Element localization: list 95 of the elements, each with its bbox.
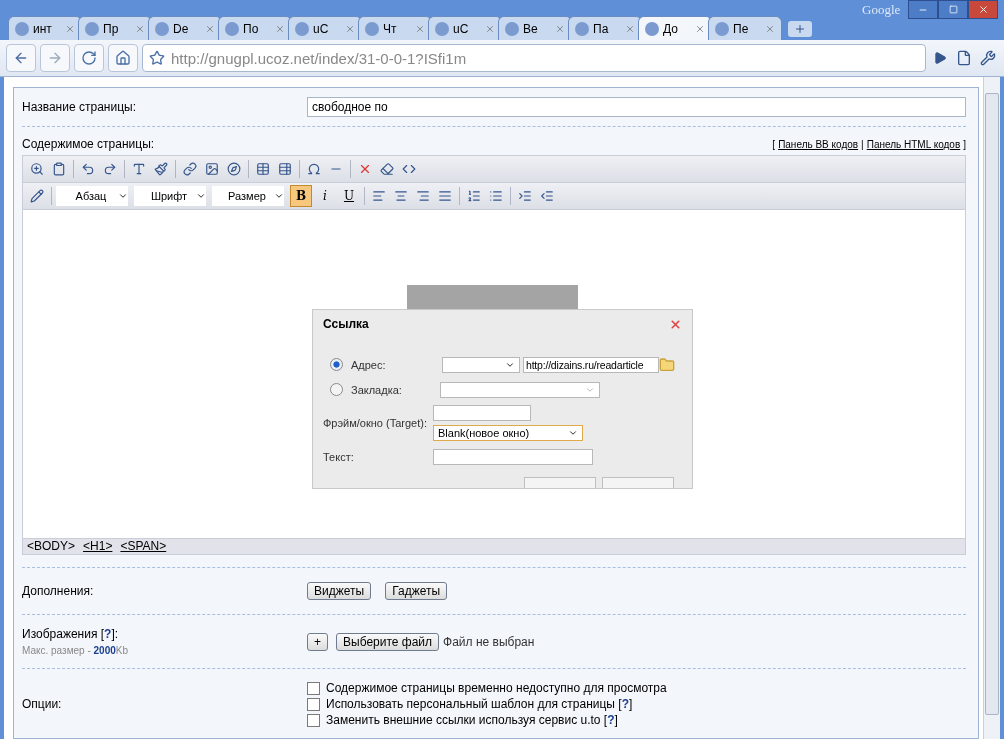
dialog-title: Ссылка: [323, 317, 369, 331]
bookmark-select[interactable]: [440, 381, 600, 398]
file-button[interactable]: Выберите файл: [336, 632, 440, 651]
radio-label: Закладка:: [351, 383, 403, 396]
favicon-icon: [575, 21, 589, 36]
option-label: Содержимое страницы временно недоступно для просмотра: [326, 681, 667, 695]
favicon-icon: [295, 21, 309, 36]
brand-label: Google: [862, 2, 901, 18]
maximize-button[interactable]: [938, 0, 968, 19]
back-button[interactable]: [6, 44, 36, 72]
bracket-text: |: [861, 138, 864, 150]
format-select[interactable]: Абзац: [56, 186, 128, 206]
checkbox[interactable]: [307, 713, 320, 727]
close-tab-icon[interactable]: [695, 23, 705, 34]
format-select[interactable]: Размер: [212, 186, 284, 206]
path-link[interactable]: <SPAN>: [120, 539, 167, 554]
field-label: Название страницы:: [22, 100, 137, 114]
close-tab-icon[interactable]: [205, 23, 215, 34]
maximize-icon: [948, 5, 958, 14]
title-field[interactable]: свободное по: [307, 97, 966, 117]
radio-button[interactable]: [330, 383, 343, 396]
home-button[interactable]: [108, 44, 138, 72]
new-tab-button[interactable]: [788, 21, 812, 37]
caret-icon: [196, 191, 206, 201]
favicon-icon: [505, 21, 519, 36]
close-icon: [977, 4, 989, 15]
favicon-icon: [435, 21, 449, 36]
size-hint: Макс. размер - 2000Kb: [22, 645, 129, 656]
target-select[interactable]: Blank(новое окно): [433, 425, 583, 441]
option-label: Заменить внешние ссылки используя сервис u.to [?]: [326, 713, 618, 727]
close-tab-icon[interactable]: [765, 23, 775, 34]
caret-icon: [568, 428, 578, 438]
close-button[interactable]: [968, 0, 998, 19]
file-status: Файл не выбран: [443, 634, 535, 649]
favicon-icon: [225, 21, 239, 36]
field-label: Текст:: [323, 450, 355, 463]
folder-icon[interactable]: [659, 356, 675, 373]
bracket-text: [: [772, 138, 776, 150]
panel-link[interactable]: Панель HTML кодов: [866, 138, 961, 150]
target-field[interactable]: [433, 405, 531, 421]
close-tab-icon[interactable]: [135, 23, 145, 34]
add-button[interactable]: +: [307, 632, 328, 651]
close-tab-icon[interactable]: [275, 23, 285, 34]
forward-icon: [47, 50, 63, 66]
browser-tab[interactable]: Пе: [708, 16, 782, 40]
option-label: Использовать персональный шаблон для страницы [?]: [326, 697, 633, 711]
address-bar[interactable]: http://gnugpl.ucoz.net/index/31-0-0-1?ISfi1m: [142, 44, 926, 72]
field-label: Изображения [?]:: [22, 627, 120, 641]
field-label: Опции:: [22, 697, 63, 711]
browser-tab[interactable]: По: [218, 16, 292, 40]
close-icon[interactable]: [669, 317, 682, 331]
checkbox[interactable]: [307, 681, 320, 695]
style-button[interactable]: B: [290, 185, 312, 207]
checkbox[interactable]: [307, 697, 320, 711]
plus-icon: [794, 23, 806, 35]
protocol-select[interactable]: [442, 356, 520, 373]
favicon-icon: [365, 21, 379, 36]
field-label: Содержимое страницы:: [22, 137, 156, 151]
caret-icon: [118, 191, 128, 201]
path-item: <BODY>: [27, 539, 76, 554]
style-button[interactable]: i: [314, 185, 336, 207]
path-link[interactable]: <H1>: [83, 539, 113, 554]
close-tab-icon[interactable]: [485, 23, 495, 34]
favicon-icon: [645, 21, 659, 36]
panel-link[interactable]: Панель BB кодов: [778, 138, 859, 150]
minimize-button[interactable]: [908, 0, 938, 19]
reload-icon: [81, 50, 97, 66]
favicon-icon: [155, 21, 169, 36]
field-label: Дополнения:: [22, 584, 95, 598]
field-label: Фрэйм/окно (Target):: [323, 417, 428, 429]
close-tab-icon[interactable]: [65, 23, 75, 34]
radio-label: Адрес:: [351, 358, 387, 371]
addon-button[interactable]: Виджеты: [307, 582, 372, 600]
back-icon: [13, 50, 29, 66]
close-tab-icon[interactable]: [345, 23, 355, 34]
style-button[interactable]: U: [338, 185, 360, 207]
home-icon: [115, 50, 131, 66]
wrench-icon[interactable]: [978, 48, 998, 68]
radio-button[interactable]: [330, 358, 343, 371]
addon-button[interactable]: Гаджеты: [385, 582, 448, 600]
close-tab-icon[interactable]: [625, 23, 635, 34]
scrollbar[interactable]: [983, 77, 1000, 739]
close-tab-icon[interactable]: [415, 23, 425, 34]
bracket-text: ]: [963, 138, 966, 150]
favicon-icon: [85, 21, 99, 36]
close-tab-icon[interactable]: [555, 23, 565, 34]
caret-icon: [274, 191, 284, 201]
url-field[interactable]: http://dizains.ru/readarticle: [523, 356, 659, 373]
favicon-icon: [15, 21, 29, 36]
favicon-icon: [715, 21, 729, 36]
text-field[interactable]: [433, 448, 593, 465]
reload-button[interactable]: [74, 44, 104, 72]
link-icon[interactable]: [180, 159, 200, 179]
format-select[interactable]: Шрифт: [134, 186, 206, 206]
star-icon[interactable]: [149, 50, 165, 66]
